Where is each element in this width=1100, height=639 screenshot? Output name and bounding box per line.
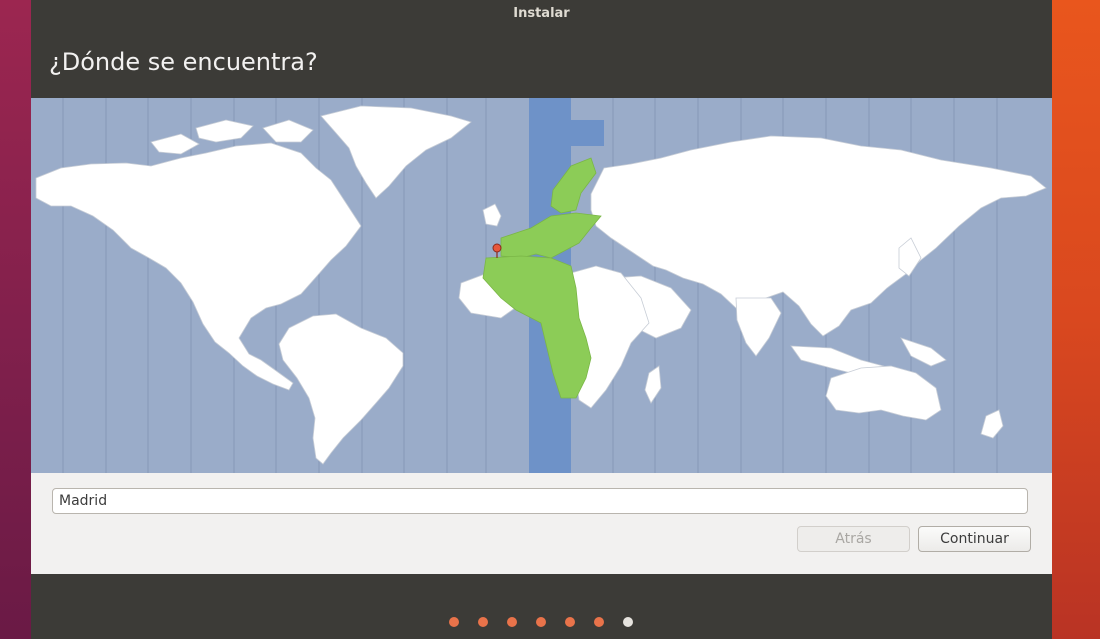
timezone-map[interactable] <box>31 98 1052 473</box>
progress-dot-5 <box>565 617 575 627</box>
installer-footer <box>31 574 1052 639</box>
progress-dot-7-current <box>623 617 633 627</box>
location-pin <box>492 243 502 258</box>
desktop-background-right <box>1052 0 1100 639</box>
progress-dot-2 <box>478 617 488 627</box>
progress-dot-6 <box>594 617 604 627</box>
continue-button[interactable]: Continuar <box>918 526 1031 552</box>
progress-dot-4 <box>536 617 546 627</box>
installer-window: Instalar ¿Dónde se encuentra? Madrid Atr… <box>31 0 1052 639</box>
page-title: ¿Dónde se encuentra? <box>49 48 318 76</box>
window-title: Instalar <box>31 0 1052 28</box>
world-map-graphic <box>35 98 1047 473</box>
location-panel: Atrás Continuar <box>31 473 1052 574</box>
progress-dot-1 <box>449 617 459 627</box>
location-input[interactable] <box>52 488 1028 514</box>
progress-indicator <box>449 617 633 627</box>
desktop-background-left <box>0 0 31 639</box>
back-button[interactable]: Atrás <box>797 526 910 552</box>
progress-dot-3 <box>507 617 517 627</box>
